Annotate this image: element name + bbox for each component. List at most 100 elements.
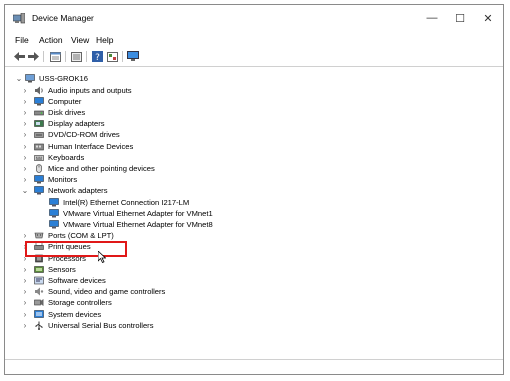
close-button[interactable]: ✕ xyxy=(475,8,501,28)
software-device-icon xyxy=(34,276,44,285)
tree-item-software-devices[interactable]: › Software devices xyxy=(5,275,503,286)
minimize-button[interactable]: — xyxy=(419,8,445,28)
tree-item-disk-drives[interactable]: › Disk drives xyxy=(5,107,503,118)
tree-item-label: Storage controllers xyxy=(48,298,112,308)
tree-item-network-adapters[interactable]: ⌄ Network adapters xyxy=(5,185,503,196)
system-device-icon xyxy=(34,309,44,318)
chevron-right-icon[interactable]: › xyxy=(21,264,29,275)
tree-item-dvd-cd-rom-drives[interactable]: › DVD/CD-ROM drives xyxy=(5,129,503,140)
chevron-down-icon[interactable]: ⌄ xyxy=(21,185,29,196)
monitor-icon xyxy=(34,96,44,106)
maximize-button[interactable]: ☐ xyxy=(447,8,473,28)
tree-item-audio-inputs-and-outputs[interactable]: › Audio inputs and outputs xyxy=(5,85,503,96)
tree-item-label: Software devices xyxy=(48,275,106,285)
svg-text:?: ? xyxy=(95,53,100,62)
chevron-right-icon[interactable]: › xyxy=(21,286,29,297)
view-resources-icon[interactable] xyxy=(105,50,119,63)
tree-item-keyboards[interactable]: › Keyboards xyxy=(5,152,503,163)
tree-item-label: Monitors xyxy=(48,175,78,185)
chevron-down-icon[interactable]: ⌄ xyxy=(15,73,23,84)
scan-hardware-icon[interactable] xyxy=(126,50,140,63)
device-tree[interactable]: ⌄ USS-GROK16 › Audio inputs and outputs › C… xyxy=(5,66,503,360)
tree-item-computer[interactable]: › Computer xyxy=(5,96,503,107)
network-adapter-icon xyxy=(49,220,59,229)
tree-item-storage-controllers[interactable]: › Storage controllers xyxy=(5,297,503,308)
computer-icon xyxy=(25,74,35,83)
menu-file[interactable]: File xyxy=(15,35,29,45)
tree-item-label: Computer xyxy=(48,96,82,106)
chevron-right-icon[interactable]: › xyxy=(21,163,29,174)
display-adapter-icon xyxy=(34,120,44,127)
mouse-icon xyxy=(36,164,42,173)
chevron-right-icon[interactable]: › xyxy=(21,230,29,241)
network-adapters-highlight xyxy=(25,241,127,257)
chevron-right-icon[interactable]: › xyxy=(21,275,29,286)
tree-item-label: Keyboards xyxy=(48,152,85,162)
tree-item-monitors[interactable]: › Monitors xyxy=(5,174,503,185)
tree-item-label: Human Interface Devices xyxy=(48,141,134,151)
tree-item-label: Sound, video and game controllers xyxy=(48,287,166,297)
tree-child-vmware-virtual-ethernet-adapter-for-vmnet8[interactable]: VMware Virtual Ethernet Adapter for VMne… xyxy=(5,219,503,230)
forward-arrow-icon[interactable] xyxy=(26,50,40,63)
back-arrow-icon[interactable] xyxy=(12,50,26,63)
tree-root-row[interactable]: ⌄ USS-GROK16 xyxy=(5,73,503,84)
sensor-icon xyxy=(34,265,44,273)
tree-item-display-adapters[interactable]: › Display adapters xyxy=(5,118,503,129)
tree-item-sensors[interactable]: › Sensors xyxy=(5,264,503,275)
tree-root-label: USS-GROK16 xyxy=(39,74,88,83)
sound-icon xyxy=(35,287,44,296)
device-manager-window: Device Manager — ☐ ✕ File Action View He… xyxy=(4,4,504,375)
chevron-right-icon[interactable]: › xyxy=(21,141,29,152)
help-icon[interactable]: ? xyxy=(90,50,104,63)
chevron-right-icon[interactable]: › xyxy=(21,152,29,163)
tree-item-label: Network adapters xyxy=(48,186,108,196)
properties-icon[interactable] xyxy=(48,50,62,63)
chevron-right-icon[interactable]: › xyxy=(21,174,29,185)
tree-item-system-devices[interactable]: › System devices xyxy=(5,309,503,320)
tree-item-ports-com-lpt[interactable]: › Ports (COM & LPT) xyxy=(5,230,503,241)
menu-help[interactable]: Help xyxy=(96,35,113,45)
network-adapter-icon xyxy=(49,208,59,218)
tree-item-label: Display adapters xyxy=(48,119,105,129)
tree-item-mice-and-other-pointing-devices[interactable]: › Mice and other pointing devices xyxy=(5,163,503,174)
tree-item-label: Audio inputs and outputs xyxy=(48,85,132,95)
chevron-right-icon[interactable]: › xyxy=(21,118,29,129)
tree-item-universal-serial-bus-controllers[interactable]: › Universal Serial Bus controllers xyxy=(5,320,503,331)
tree-item-label: Mice and other pointing devices xyxy=(48,163,155,173)
tree-item-label: System devices xyxy=(48,309,102,319)
chevron-right-icon[interactable]: › xyxy=(21,107,29,118)
tree-item-label: DVD/CD-ROM drives xyxy=(48,130,120,140)
tree-item-label: Universal Serial Bus controllers xyxy=(48,320,154,330)
window-title: Device Manager xyxy=(32,13,94,23)
tree-item-label: Disk drives xyxy=(48,107,86,117)
chevron-right-icon[interactable]: › xyxy=(21,309,29,320)
network-adapter-icon xyxy=(34,186,44,195)
chevron-right-icon[interactable]: › xyxy=(21,320,29,331)
storage-controller-icon xyxy=(34,299,44,307)
usb-icon xyxy=(35,321,43,330)
tree-child-intel-r-ethernet-connection-i217-lm[interactable]: Intel(R) Ethernet Connection I217-LM xyxy=(5,197,503,208)
tree-child-vmware-virtual-ethernet-adapter-for-vmnet1[interactable]: VMware Virtual Ethernet Adapter for VMne… xyxy=(5,208,503,219)
title-bar[interactable]: Device Manager — ☐ ✕ xyxy=(5,5,503,32)
keyboard-icon xyxy=(34,154,44,161)
tree-item-label: Sensors xyxy=(48,264,76,274)
tree-item-human-interface-devices[interactable]: › Human Interface Devices xyxy=(5,141,503,152)
network-adapter-icon xyxy=(49,197,59,206)
disk-drive-icon xyxy=(34,110,44,116)
speaker-icon xyxy=(35,86,43,94)
tree-item-label: Ports (COM & LPT) xyxy=(48,231,114,241)
device-manager-icon xyxy=(13,13,25,24)
tree-item-sound-video-and-game-controllers[interactable]: › Sound, video and game controllers xyxy=(5,286,503,297)
menu-view[interactable]: View xyxy=(71,35,89,45)
dvd-drive-icon xyxy=(34,132,44,139)
tree-child-label: VMware Virtual Ethernet Adapter for VMne… xyxy=(63,208,213,218)
port-icon xyxy=(34,232,44,239)
chevron-right-icon[interactable]: › xyxy=(21,96,29,107)
menu-bar: File Action View Help xyxy=(5,33,503,46)
menu-action[interactable]: Action xyxy=(39,35,63,45)
chevron-right-icon[interactable]: › xyxy=(21,297,29,308)
status-bar xyxy=(5,357,503,374)
chevron-right-icon[interactable]: › xyxy=(21,85,29,96)
show-hidden-icon[interactable] xyxy=(69,50,83,63)
chevron-right-icon[interactable]: › xyxy=(21,129,29,140)
